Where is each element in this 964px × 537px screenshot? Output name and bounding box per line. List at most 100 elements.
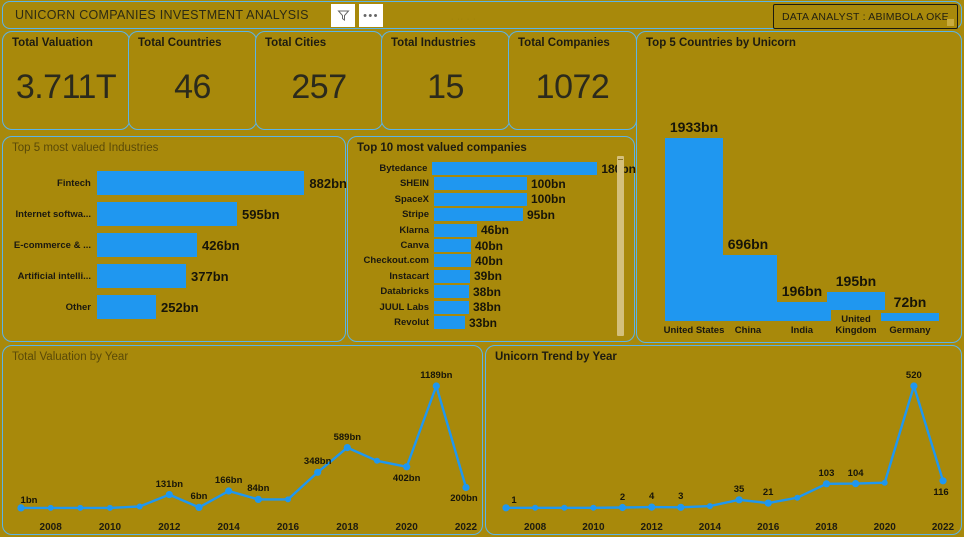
data-point[interactable] (561, 504, 568, 511)
company-value-label: 40bn (475, 253, 504, 268)
column-bar[interactable] (719, 255, 777, 321)
analyst-badge[interactable]: DATA ANALYST : ABIMBOLA OKE (773, 4, 958, 29)
data-point[interactable] (764, 499, 772, 507)
data-point[interactable] (77, 504, 84, 511)
data-point[interactable] (285, 496, 291, 503)
industry-bar-row[interactable]: E-commerce & ... 426bn (3, 233, 347, 257)
chart-top-companies[interactable]: Top 10 most valued companies Bytedance18… (347, 136, 636, 342)
data-point-label: 1 (511, 494, 517, 506)
data-point[interactable] (403, 463, 411, 471)
data-point[interactable] (590, 504, 597, 511)
data-point[interactable] (910, 382, 918, 390)
industry-category-label: Internet softwa... (15, 208, 91, 220)
industry-bar-row[interactable]: Artificial intelli... 377bn (3, 264, 347, 288)
data-point[interactable] (881, 479, 888, 486)
industry-bar[interactable] (97, 233, 197, 257)
country-column[interactable]: 696bn China (719, 54, 777, 344)
data-point[interactable] (677, 503, 685, 511)
company-bar-row[interactable]: SHEIN 100bn (348, 176, 636, 191)
x-axis-tick: 2010 (582, 522, 605, 533)
data-point[interactable] (165, 491, 173, 499)
data-point[interactable] (502, 504, 510, 512)
company-bar-row[interactable]: Revolut 33bn (348, 315, 636, 330)
company-bar[interactable] (434, 223, 477, 237)
data-point[interactable] (47, 504, 54, 511)
column-category-label: Germany (889, 325, 931, 336)
industry-bar-row[interactable]: Internet softwa... 595bn (3, 202, 347, 226)
data-point-label: 2 (619, 491, 626, 503)
data-point[interactable] (374, 457, 380, 464)
country-column[interactable]: 72bn Germany (881, 54, 939, 344)
data-point[interactable] (532, 504, 539, 511)
company-bar-row[interactable]: Stripe 95bn (348, 207, 636, 222)
data-point[interactable] (136, 503, 143, 510)
company-bar-row[interactable]: Bytedance180bn (348, 161, 636, 176)
company-bar[interactable] (434, 177, 527, 191)
company-bar[interactable] (434, 192, 527, 206)
company-bar[interactable] (434, 239, 471, 253)
chart-unicorn-trend-by-year[interactable]: Unicorn Trend by Year 1 2 4 3 35 21 103 104 520 1… (485, 345, 962, 535)
industry-bar[interactable] (97, 202, 237, 226)
x-axis-tick: 2008 (39, 522, 62, 533)
company-bar-row[interactable]: Canva 40bn (348, 238, 636, 253)
data-point[interactable] (432, 382, 440, 390)
company-bar[interactable] (434, 285, 469, 299)
column-bar[interactable] (881, 313, 939, 321)
company-value-label: 33bn (469, 315, 498, 330)
company-bar[interactable] (434, 269, 470, 283)
column-bar[interactable] (827, 292, 885, 310)
company-bar[interactable] (434, 208, 523, 222)
country-column[interactable]: 1933bn United States (664, 54, 725, 344)
company-bar-row[interactable]: Instacart 39bn (348, 269, 636, 284)
data-point[interactable] (618, 503, 627, 512)
data-point[interactable] (648, 503, 656, 511)
data-point[interactable] (254, 495, 262, 503)
analyst-badge-resize-handle[interactable] (947, 19, 954, 26)
data-point[interactable] (939, 477, 947, 485)
company-bar-row[interactable]: SpaceX 100bn (348, 192, 636, 207)
data-point[interactable] (195, 503, 203, 511)
company-bar-row[interactable]: JUUL Labs 38bn (348, 300, 636, 315)
data-point[interactable] (462, 483, 470, 492)
data-point[interactable] (706, 503, 713, 510)
kpi-card-total-cities[interactable]: Total Cities 257 (255, 31, 383, 130)
kpi-card-total-valuation[interactable]: Total Valuation 3.711T (2, 31, 130, 130)
more-options-icon[interactable]: ••• (359, 4, 383, 27)
industry-bar[interactable] (97, 264, 186, 288)
company-bar-row[interactable]: Checkout.com 40bn (348, 253, 636, 268)
data-point[interactable] (822, 480, 831, 488)
company-bar[interactable] (434, 316, 465, 330)
company-category-label: Databricks (380, 286, 429, 298)
chart-total-valuation-by-year[interactable]: Total Valuation by Year 1bn 131bn 6bn 166bn… (2, 345, 483, 535)
kpi-card-total-countries[interactable]: Total Countries 46 (128, 31, 257, 130)
data-point[interactable] (314, 468, 322, 476)
chart-top-industries[interactable]: Top 5 most valued Industries Fintech 882b… (2, 136, 347, 342)
industry-value-label: 595bn (242, 206, 280, 222)
country-column[interactable]: 196bn India (773, 54, 831, 344)
data-point[interactable] (225, 487, 233, 495)
chart-top-countries-by-unicorn[interactable]: Top 5 Countries by Unicorn 1933bn United … (636, 31, 962, 343)
data-point[interactable] (794, 494, 801, 501)
company-bar-row[interactable]: Databricks 38bn (348, 284, 636, 299)
filter-icon[interactable] (331, 4, 355, 27)
industry-bar[interactable] (96, 171, 305, 195)
industry-bar-row[interactable]: Fintech 882bn (3, 171, 347, 195)
company-bar[interactable] (434, 254, 471, 268)
more-options-dots: ••• (363, 9, 379, 22)
industry-bar-row[interactable]: Other 252bn (3, 295, 347, 319)
data-point[interactable] (852, 480, 860, 488)
company-bar[interactable] (434, 300, 469, 314)
company-bar-row[interactable]: Klarna 46bn (348, 223, 636, 238)
data-point-label: 1189bn (420, 370, 453, 381)
data-point[interactable] (343, 444, 351, 452)
companies-scrollbar[interactable] (617, 156, 624, 336)
data-point[interactable] (735, 496, 743, 504)
country-column[interactable]: 195bn United Kingdom (827, 54, 885, 344)
data-point[interactable] (107, 504, 113, 511)
column-bar[interactable] (665, 138, 723, 321)
kpi-card-total-industries[interactable]: Total Industries 15 (381, 31, 510, 130)
company-bar[interactable] (432, 162, 598, 176)
kpi-card-total-companies[interactable]: Total Companies 1072 (508, 31, 637, 130)
x-axis-tick: 2022 (454, 522, 478, 533)
industry-bar[interactable] (97, 295, 156, 319)
